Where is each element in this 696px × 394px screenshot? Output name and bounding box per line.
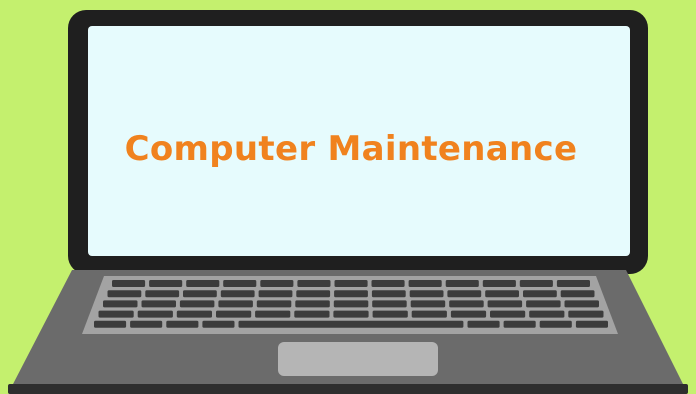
keyboard-key	[255, 310, 291, 318]
keyboard-key	[107, 290, 142, 298]
keyboard-key	[98, 310, 134, 318]
keyboard-key	[166, 320, 199, 328]
screen-title: Computer Maintenance	[125, 129, 578, 169]
keyboard-key	[490, 310, 526, 318]
keyboard-key	[130, 320, 163, 328]
keyboard-key	[450, 310, 487, 318]
keyboard-key	[411, 310, 447, 318]
keyboard-key	[372, 300, 407, 308]
keyboard-key	[560, 290, 595, 298]
laptop-illustration: Computer Maintenance	[0, 0, 696, 394]
keyboard-key	[568, 310, 604, 318]
keyboard-key	[220, 290, 255, 298]
keyboard-key	[485, 290, 519, 298]
keyboard-key	[556, 280, 590, 287]
keyboard-key	[179, 300, 215, 308]
keyboard-key	[297, 280, 331, 287]
keyboard-key	[503, 320, 536, 328]
keyboard-key	[103, 300, 138, 308]
keyboard-key	[186, 280, 220, 287]
keyboard-key	[295, 300, 330, 308]
keyboard-key	[145, 290, 180, 298]
keyboard-key	[176, 310, 212, 318]
keyboard-key	[526, 300, 561, 308]
keyboard-key	[137, 310, 173, 318]
keyboard-key	[564, 300, 599, 308]
keyboard-key	[216, 310, 252, 318]
keyboard-key	[445, 280, 479, 287]
keyboard-key	[183, 290, 217, 298]
keyboard-key	[447, 290, 482, 298]
keyboard-key	[334, 290, 368, 298]
keyboard-key	[523, 290, 557, 298]
keyboard-key	[482, 280, 516, 287]
keyboard-key	[141, 300, 176, 308]
keyboard-key	[94, 320, 127, 328]
keyboard-key	[149, 280, 183, 287]
keyboard-key	[529, 310, 565, 318]
keyboard-key	[371, 290, 406, 298]
keyboard-key	[467, 320, 500, 328]
keyboard-key	[371, 280, 405, 287]
touchpad	[278, 342, 438, 376]
keyboard-key	[449, 300, 484, 308]
keyboard-key	[296, 290, 331, 298]
keyboard-key	[575, 320, 608, 328]
keyboard-key	[409, 290, 444, 298]
keyboard-key	[256, 300, 292, 308]
keyboard-key	[372, 310, 408, 318]
keyboard-key	[260, 280, 294, 287]
keyboard-key	[487, 300, 523, 308]
keyboard-key	[294, 310, 330, 318]
keyboard-key	[408, 280, 442, 287]
keyboard-key	[410, 300, 446, 308]
space-bar-key	[238, 320, 464, 328]
keyboard-key	[202, 320, 235, 328]
keyboard-key	[333, 310, 369, 318]
keyboard-key	[218, 300, 253, 308]
keyboard-key	[223, 280, 257, 287]
keyboard-key	[112, 280, 146, 287]
keyboard-key	[519, 280, 553, 287]
keyboard-key	[333, 300, 369, 308]
keyboard-key	[334, 280, 368, 287]
keyboard-key	[539, 320, 572, 328]
laptop-base-edge	[8, 384, 688, 394]
keyboard-key	[258, 290, 293, 298]
